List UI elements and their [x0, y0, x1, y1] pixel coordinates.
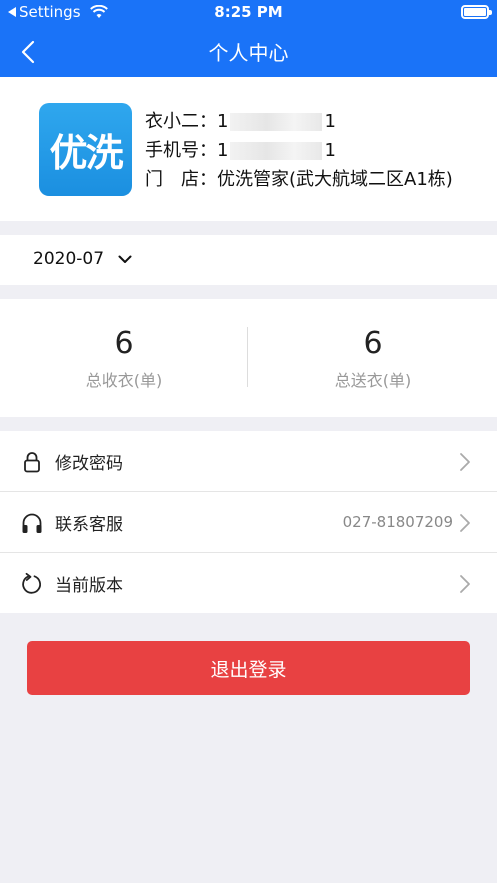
stats-panel: 6 总收衣(单) 6 总送衣(单): [0, 299, 497, 417]
store-row: 门 店： 优洗管家(武大航域二区A1栋): [145, 165, 453, 194]
date-selector[interactable]: 2020-07: [33, 249, 132, 269]
stat-delivered-label: 总送衣(单): [334, 371, 412, 390]
redacted-mask: [230, 112, 323, 131]
staff-value-prefix: 1: [217, 111, 229, 132]
date-value: 2020-07: [33, 249, 105, 269]
redacted-mask: [230, 141, 323, 160]
logo-text: 优洗: [49, 131, 123, 175]
stat-received: 6 总收衣(单): [0, 326, 248, 391]
stats-divider: [247, 327, 248, 387]
stat-received-label: 总收衣(单): [85, 371, 163, 390]
profile-card: 优洗 衣小二： 1 1 手机号： 1 1 门 店： 优洗管家(武大航域二区A1栋…: [0, 77, 497, 221]
staff-label: 衣小二：: [145, 111, 217, 132]
menu-item-change-password[interactable]: 修改密码: [0, 431, 497, 492]
headphones-icon: [22, 513, 42, 533]
stat-delivered: 6 总送衣(单): [249, 326, 497, 391]
chevron-right-icon: [460, 453, 470, 471]
phone-value-suffix: 1: [324, 140, 336, 161]
date-filter-bar: 2020-07: [0, 235, 497, 285]
chevron-right-icon: [460, 575, 470, 593]
menu-item-customer-service[interactable]: 联系客服 027-81807209: [0, 492, 497, 553]
refresh-icon: [22, 572, 41, 594]
menu-item-label: 修改密码: [55, 453, 123, 474]
store-value: 优洗管家(武大航域二区A1栋): [217, 169, 453, 190]
store-logo: 优洗: [39, 103, 132, 196]
staff-row: 衣小二： 1 1: [145, 107, 453, 136]
menu-item-current-version[interactable]: 当前版本: [0, 553, 497, 613]
top-bar: Settings 8:25 PM 个人中心: [0, 0, 497, 77]
logout-button[interactable]: 退出登录: [27, 641, 470, 695]
profile-info: 衣小二： 1 1 手机号： 1 1 门 店： 优洗管家(武大航域二区A1栋): [145, 107, 453, 194]
settings-menu: 修改密码 联系客服 027-81807209 当前版本: [0, 431, 497, 613]
stat-received-value: 6: [114, 326, 134, 361]
status-time: 8:25 PM: [214, 3, 283, 21]
service-phone: 027-81807209: [342, 513, 453, 531]
status-bar: Settings 8:25 PM: [0, 0, 497, 26]
chevron-down-icon: [118, 255, 132, 263]
chevron-right-icon: [460, 514, 470, 532]
phone-value-prefix: 1: [217, 140, 229, 161]
staff-value-suffix: 1: [324, 111, 336, 132]
battery-icon: [461, 5, 492, 19]
stat-delivered-value: 6: [363, 326, 383, 361]
menu-item-label: 当前版本: [55, 575, 123, 596]
phone-row: 手机号： 1 1: [145, 136, 453, 165]
store-label: 门 店：: [145, 169, 217, 190]
menu-item-label: 联系客服: [55, 514, 123, 535]
nav-bar: 个人中心: [0, 26, 497, 77]
page-title: 个人中心: [208, 41, 289, 65]
phone-label: 手机号：: [145, 140, 217, 161]
lock-icon: [24, 452, 40, 473]
